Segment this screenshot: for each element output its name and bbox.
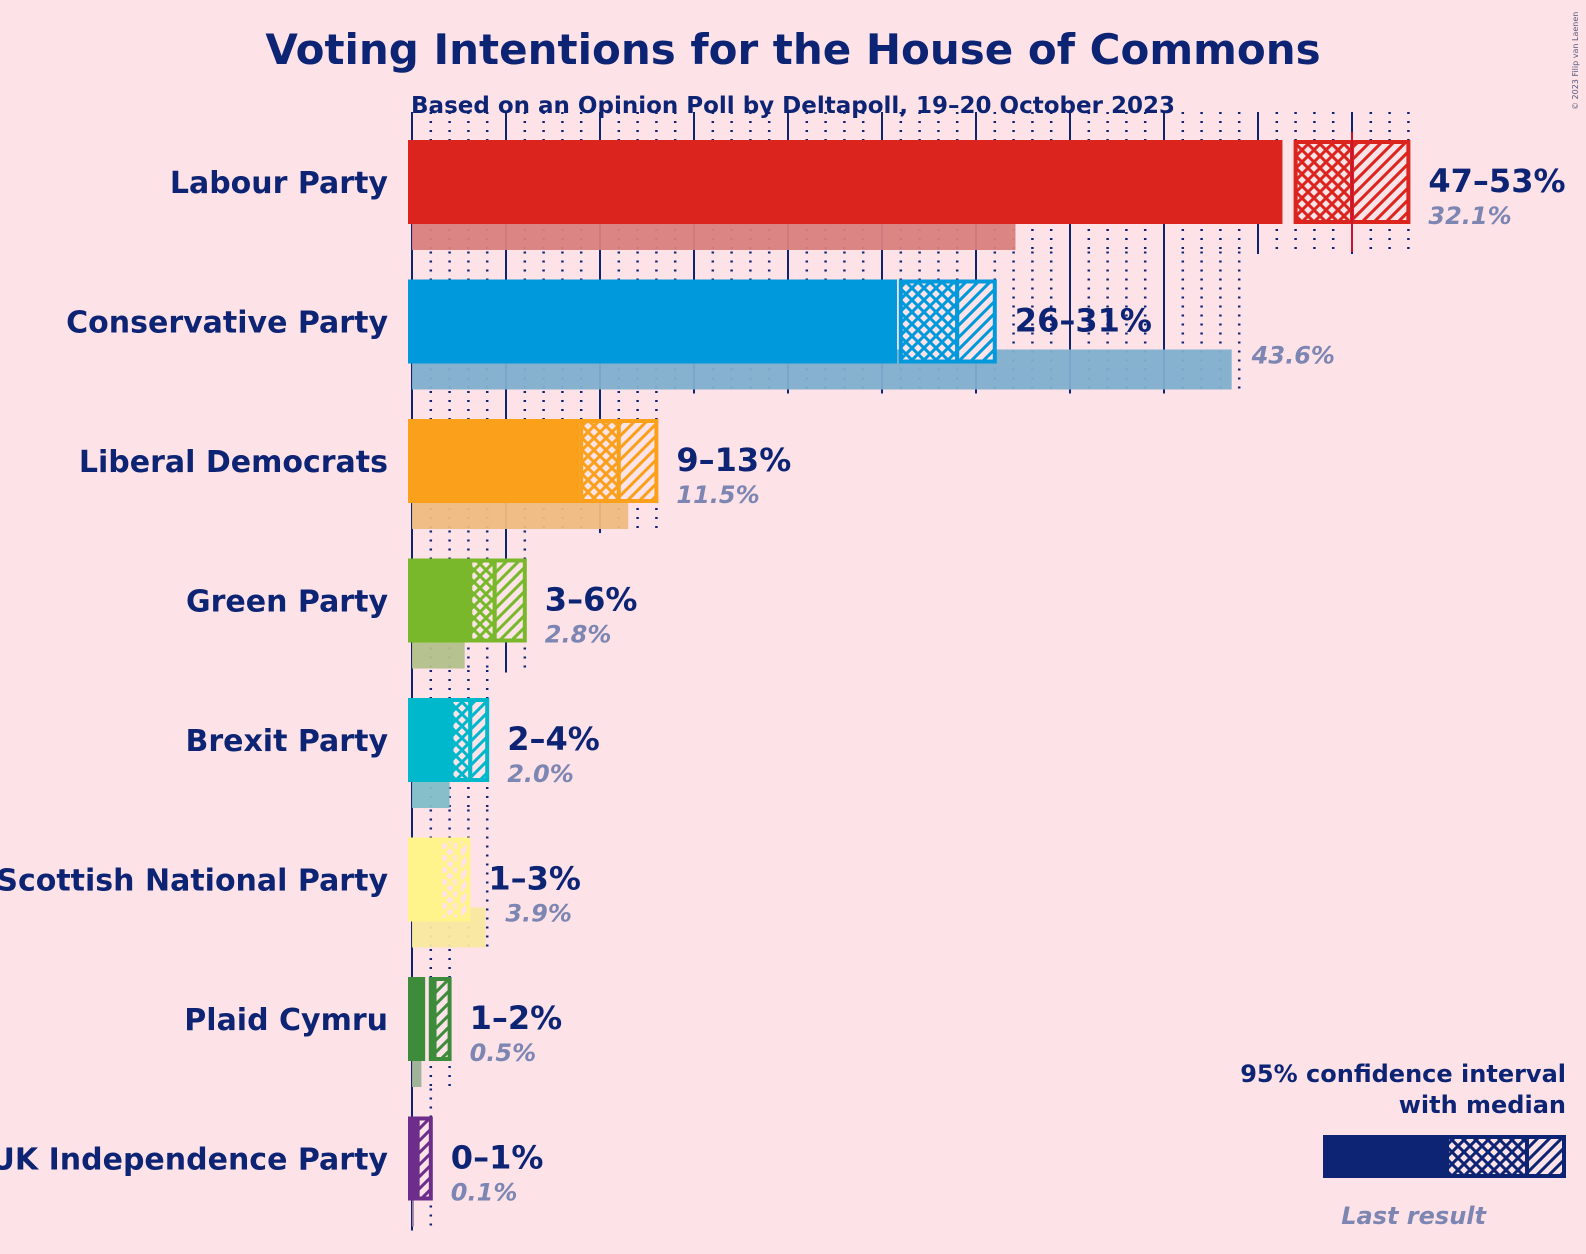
chart-title: Voting Intentions for the House of Commo… [265,25,1320,74]
party-label: Scottish National Party [0,864,388,899]
ci-upper-half [616,419,659,503]
copyright-note: © 2023 Filip van Laenen [1571,12,1580,110]
last-result-label: 11.5% [676,481,759,509]
last-result-label: 2.8% [545,621,612,649]
ci-solid-bar [408,698,452,782]
range-label: 0–1% [451,1139,544,1177]
party-bar-group [408,419,659,529]
legend-last-result-label: Last result [1341,1202,1487,1230]
ci-lower-half [898,279,960,364]
ci-upper-half [457,837,471,922]
legend-ci-label-1: 95% confidence interval [1240,1060,1566,1088]
range-label: 1–2% [470,999,563,1037]
last-result-label: 2.0% [507,760,574,788]
last-result-label: 0.1% [451,1179,518,1207]
ci-lower-half [438,837,462,922]
party-label: Liberal Democrats [79,445,388,480]
ci-lower-half [1293,140,1354,224]
ci-solid-bar [408,279,898,364]
party-bar-group [408,558,527,669]
range-label: 26–31% [1015,302,1152,340]
ci-solid-bar [408,977,426,1061]
last-result-label: 3.9% [505,900,572,928]
range-label: 47–53% [1428,162,1565,200]
legend-ci-label-2: with median [1399,1091,1566,1119]
ci-lower-half [468,558,497,643]
legend-ci-upper-swatch [1525,1135,1566,1178]
last-result-label: 0.5% [470,1039,537,1067]
last-result-label: 43.6% [1251,342,1335,370]
last-result-label: 32.1% [1428,202,1511,230]
party-label: UK Independence Party [0,1143,388,1178]
legend: 95% confidence interval with median Last… [1240,1060,1566,1230]
chart: Voting Intentions for the House of Commo… [0,12,1580,1231]
legend-ci-solid-swatch [1323,1135,1447,1178]
party-label: Brexit Party [185,724,388,759]
ci-upper-half [492,558,527,643]
range-label: 3–6% [545,581,638,619]
range-label: 1–3% [488,860,581,898]
ci-upper-half [415,1116,433,1201]
party-label: Green Party [186,585,388,620]
ci-upper-half [955,279,997,364]
ci-upper-half [1350,140,1411,224]
legend-ci-lower-swatch [1445,1135,1529,1178]
party-bar-group [408,977,452,1087]
party-bar-group [408,837,486,948]
range-label: 9–13% [676,441,791,479]
range-label: 2–4% [507,720,600,758]
ci-upper-half [432,977,452,1061]
party-label: Labour Party [170,166,389,201]
chart-subtitle: Based on an Opinion Poll by Deltapoll, 1… [411,93,1175,119]
ci-upper-half [468,698,490,782]
party-bar-group [408,698,490,808]
ci-lower-half [449,698,473,782]
ci-lower-half [579,419,621,503]
party-label: Conservative Party [66,306,388,341]
ci-solid-bar [408,837,441,922]
ci-solid-bar [408,140,1283,224]
party-label: Plaid Cymru [184,1003,388,1038]
ci-solid-bar [408,419,580,503]
ci-solid-bar [408,558,471,643]
